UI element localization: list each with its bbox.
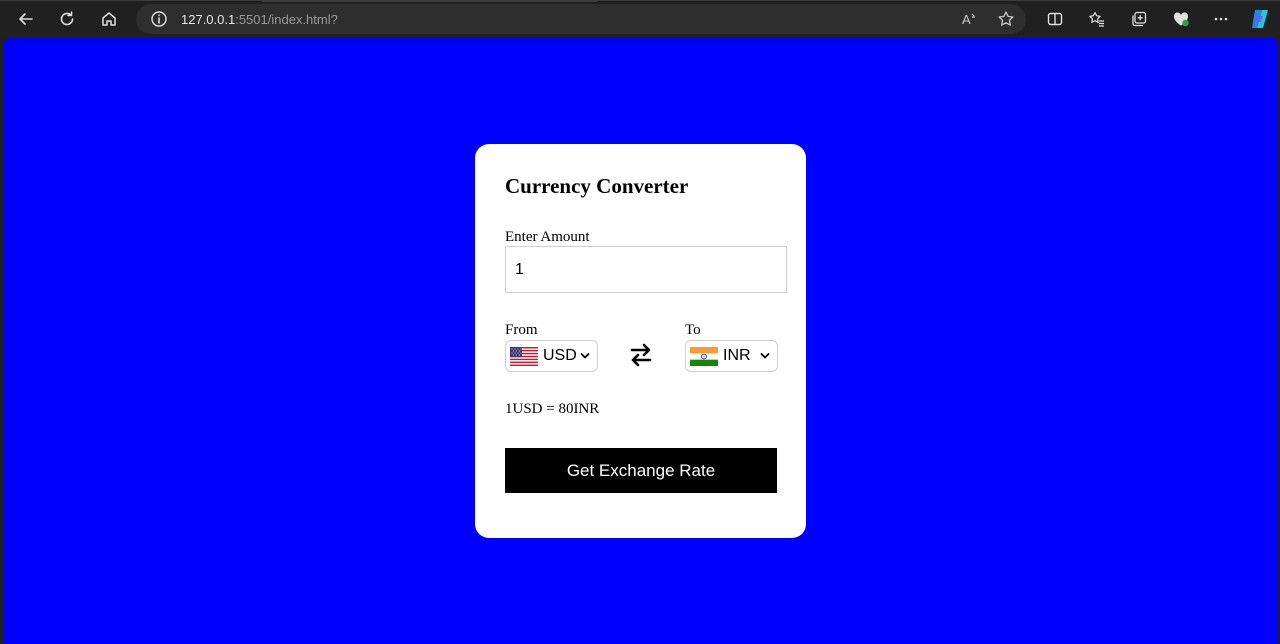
copilot-icon [1252, 10, 1268, 28]
amount-label: Enter Amount [505, 229, 590, 245]
swap-icon[interactable] [629, 342, 653, 368]
address-bar[interactable]: 127.0.0.1:5501/index.html? A [136, 4, 1026, 34]
svg-text:A: A [962, 12, 971, 27]
browser-toolbar: 127.0.0.1:5501/index.html? A [0, 0, 1280, 38]
refresh-button[interactable] [53, 5, 81, 33]
split-screen-icon [1047, 12, 1063, 26]
tab-strip-edge [262, 0, 598, 2]
read-aloud-button[interactable]: A [958, 8, 980, 30]
card-title: Currency Converter [505, 174, 689, 198]
url-path: :5501/index.html? [235, 12, 338, 27]
favorites-button[interactable] [1086, 8, 1108, 30]
exchange-rate-text: 1USD = 80INR [505, 401, 600, 417]
home-button[interactable] [95, 5, 123, 33]
home-icon [102, 12, 116, 26]
from-currency-select[interactable]: USD [505, 340, 598, 372]
favorite-button[interactable] [995, 8, 1017, 30]
get-exchange-rate-button[interactable]: Get Exchange Rate [505, 448, 777, 493]
url-host: 127.0.0.1 [181, 12, 236, 27]
page-viewport: Currency Converter Enter Amount From [4, 38, 1278, 644]
chevron-down-icon [580, 353, 590, 359]
url-text: 127.0.0.1:5501/index.html? [181, 12, 338, 27]
from-currency-code: USD [543, 347, 577, 364]
browser-essentials-button[interactable] [1170, 8, 1192, 30]
copilot-button[interactable] [1248, 7, 1272, 31]
more-icon [1214, 17, 1228, 21]
favorites-list-icon [1089, 11, 1104, 27]
to-currency-code: INR [723, 347, 751, 364]
browser-essentials-icon [1173, 12, 1189, 27]
chevron-down-icon [760, 353, 770, 359]
us-flag-icon [510, 346, 538, 366]
from-label: From [505, 322, 538, 338]
back-icon [19, 13, 33, 25]
india-flag-icon [690, 346, 718, 366]
to-label: To [685, 322, 701, 338]
amount-input[interactable] [505, 246, 787, 293]
more-button[interactable] [1210, 8, 1232, 30]
to-currency-select[interactable]: INR [685, 340, 778, 372]
back-button[interactable] [12, 5, 40, 33]
refresh-icon [60, 11, 74, 26]
converter-card: Currency Converter Enter Amount From [475, 144, 806, 538]
collections-button[interactable] [1128, 8, 1150, 30]
collections-icon [1132, 11, 1147, 27]
split-screen-button[interactable] [1044, 8, 1066, 30]
read-aloud-icon: A [962, 12, 975, 27]
window-edge [0, 0, 1280, 1]
favorite-icon [998, 11, 1014, 26]
info-icon[interactable] [150, 10, 168, 28]
